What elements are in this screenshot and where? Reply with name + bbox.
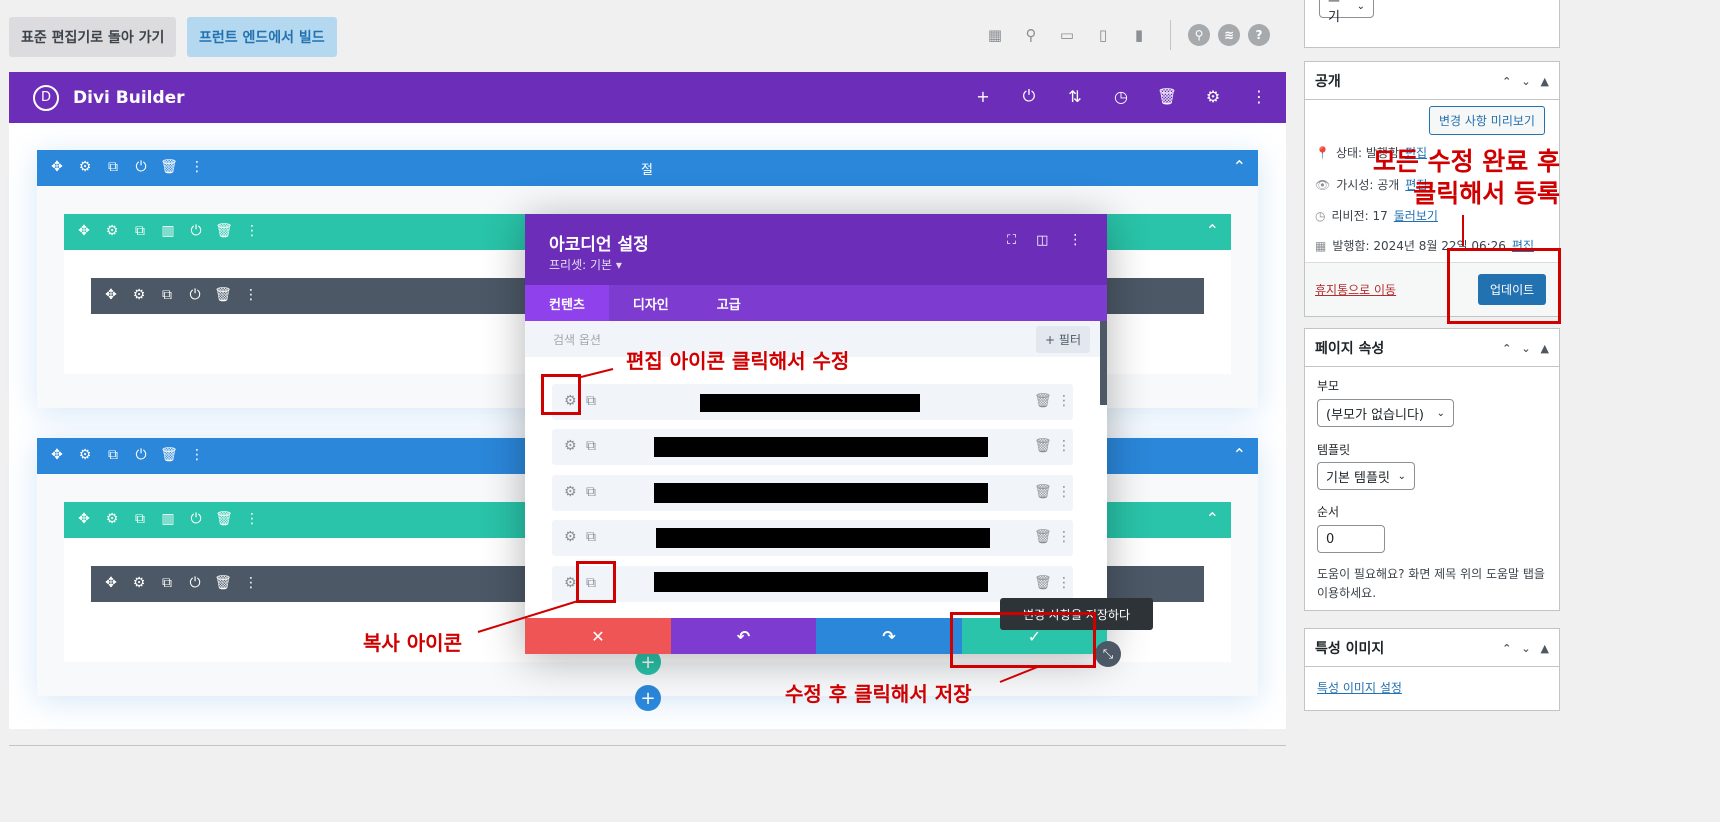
annotation-save: 수정 후 클릭해서 저장 [785,682,972,706]
annotation-copy-icon: 복사 아이콘 [363,631,462,655]
annotation-update: 모든 수정 완료 후 클릭해서 등록 [1364,146,1560,210]
annotation-edit-icon: 편집 아이콘 클릭해서 수정 [626,349,850,373]
annotation-update-line1: 모든 수정 완료 후 [1372,147,1560,176]
annotation-update-line2: 클릭해서 등록 [1413,179,1560,208]
